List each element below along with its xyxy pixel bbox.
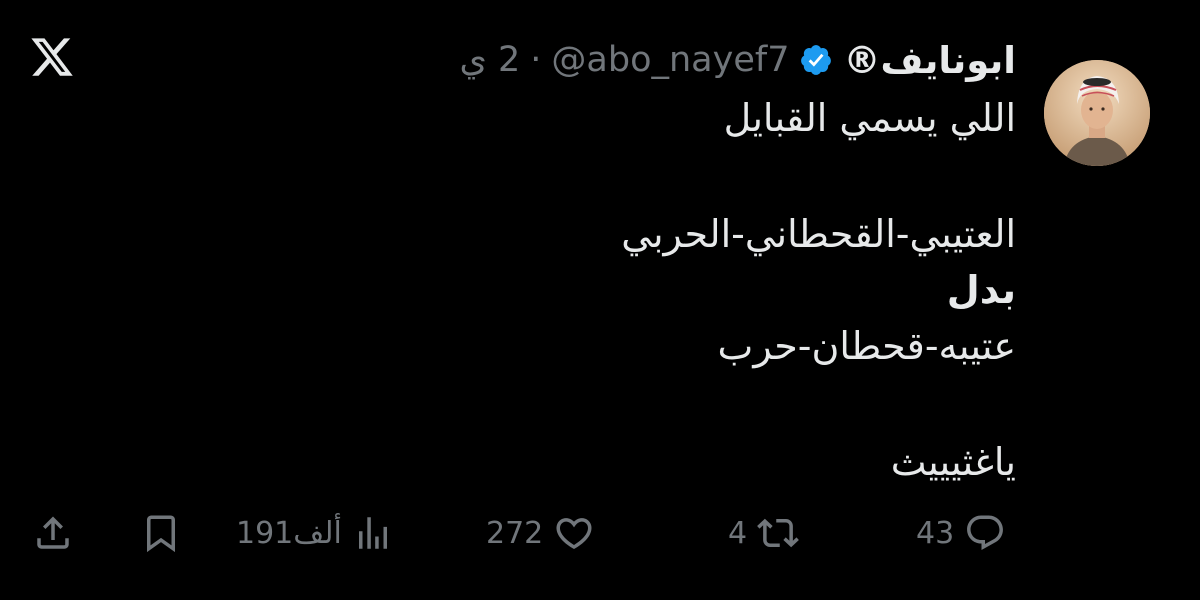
share-icon xyxy=(32,512,74,554)
reposts-count: 4 xyxy=(728,515,748,551)
avatar[interactable] xyxy=(1044,60,1150,166)
replies-count: 43 xyxy=(916,515,955,551)
reply-button[interactable]: 43 xyxy=(916,508,1006,558)
share-button[interactable] xyxy=(32,508,74,558)
like-button[interactable]: 272 xyxy=(486,508,595,558)
tweet-text-line-4: عتيبه-قحطان-حرب xyxy=(717,324,1016,368)
tweet-text-line-5: ياغثيييث xyxy=(890,440,1016,484)
reply-icon xyxy=(964,512,1006,554)
tweet-timestamp[interactable]: 2 ي xyxy=(459,40,520,80)
tweet-actions-bar: 191ألف 272 4 43 xyxy=(0,508,1200,558)
tweet-text-line-2: العتيبي-القحطاني-الحربي xyxy=(621,212,1016,256)
header-separator: · xyxy=(530,40,542,80)
user-handle[interactable]: @abo_nayef7 xyxy=(551,40,789,80)
heart-icon xyxy=(553,512,595,554)
tweet-header: ابونايف® @abo_nayef7 · 2 ي xyxy=(459,36,1016,84)
bookmark-button[interactable] xyxy=(140,508,182,558)
views-button[interactable]: 191ألف xyxy=(236,508,394,558)
verified-badge-icon xyxy=(799,43,833,77)
repost-button[interactable]: 4 xyxy=(728,508,799,558)
bookmark-icon xyxy=(140,512,182,554)
views-count: 191ألف xyxy=(236,515,342,551)
likes-count: 272 xyxy=(486,515,544,551)
views-icon xyxy=(352,512,394,554)
tweet-text-line-3: بدل xyxy=(946,268,1016,312)
display-name[interactable]: ابونايف® xyxy=(843,39,1016,82)
repost-icon xyxy=(757,512,799,554)
x-logo-icon[interactable] xyxy=(26,34,78,80)
tweet-text-line-1: اللي يسمي القبايل xyxy=(723,96,1016,140)
